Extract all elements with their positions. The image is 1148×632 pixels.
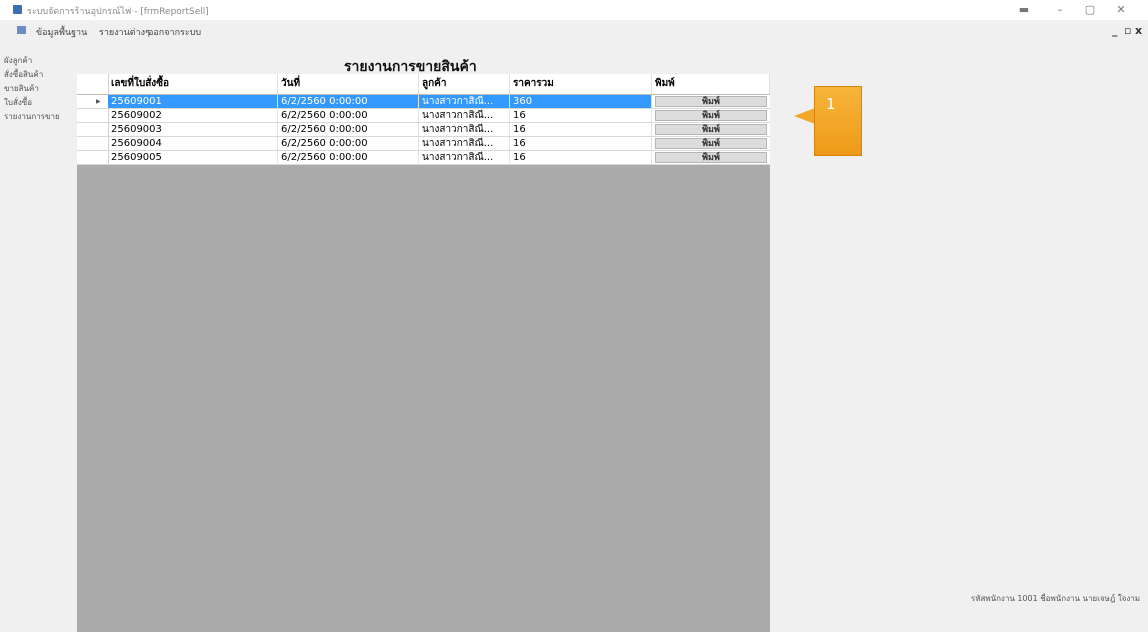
cell-order-id[interactable]: 25609004 bbox=[108, 137, 278, 150]
child-close-button[interactable]: x bbox=[1135, 24, 1142, 37]
sidebar-item-report[interactable]: รายงานการขาย bbox=[4, 110, 60, 124]
window-titlebar: ระบบจัดการร้านอุปกรณ์ไฟ - [frmReportSell… bbox=[0, 0, 1148, 20]
child-window-icon bbox=[17, 26, 26, 34]
sidebar-item-customers[interactable]: ผังลูกค้า bbox=[4, 54, 60, 68]
row-header[interactable] bbox=[77, 151, 109, 164]
cell-order-id[interactable]: 25609001 bbox=[108, 95, 278, 108]
cell-customer[interactable]: นางสาวกาสิณี... bbox=[419, 95, 510, 108]
close-button[interactable]: ✕ bbox=[1111, 2, 1131, 18]
sales-datagrid[interactable]: เลขที่ใบสั่งซื้อ วันที่ ลูกค้า ราคารวม พ… bbox=[77, 74, 770, 632]
table-row[interactable]: 25609004 6/2/2560 0:00:00 นางสาวกาสิณี... 1… bbox=[77, 137, 770, 151]
row-header[interactable] bbox=[77, 137, 109, 150]
row-header-corner bbox=[77, 74, 109, 94]
row-header[interactable]: ▶ bbox=[77, 95, 109, 108]
column-header-order-id[interactable]: เลขที่ใบสั่งซื้อ bbox=[108, 74, 278, 94]
cell-date[interactable]: 6/2/2560 0:00:00 bbox=[278, 137, 419, 150]
cell-customer[interactable]: นางสาวกาสิณี... bbox=[419, 151, 510, 164]
status-bar: รหัสพนักงาน 1001 ชื่อพนักงาน นายเจษฎ์ ใจ… bbox=[0, 588, 1148, 607]
menu-basic-data[interactable]: ข้อมูลพื้นฐาน bbox=[36, 25, 87, 39]
row-header[interactable] bbox=[77, 109, 109, 122]
print-button[interactable]: พิมพ์ bbox=[655, 96, 767, 107]
child-minimize-button[interactable]: _ bbox=[1112, 24, 1118, 37]
sidebar-item-order[interactable]: สั่งซื้อสินค้า bbox=[4, 68, 60, 82]
child-restore-button[interactable]: ▫ bbox=[1124, 24, 1131, 37]
cell-total[interactable]: 16 bbox=[510, 123, 652, 136]
current-row-arrow-icon: ▶ bbox=[96, 98, 101, 105]
minimize-button[interactable]: – bbox=[1050, 2, 1070, 18]
column-header-date[interactable]: วันที่ bbox=[278, 74, 419, 94]
column-header-customer[interactable]: ลูกค้า bbox=[419, 74, 510, 94]
print-button[interactable]: พิมพ์ bbox=[655, 124, 767, 135]
cell-order-id[interactable]: 25609003 bbox=[108, 123, 278, 136]
cell-total[interactable]: 16 bbox=[510, 151, 652, 164]
maximize-button[interactable]: ▢ bbox=[1080, 2, 1100, 18]
column-header-total[interactable]: ราคารวม bbox=[510, 74, 652, 94]
cell-total[interactable]: 16 bbox=[510, 109, 652, 122]
table-row[interactable]: 25609003 6/2/2560 0:00:00 นางสาวกาสิณี... 1… bbox=[77, 123, 770, 137]
cell-total[interactable]: 16 bbox=[510, 137, 652, 150]
pin-icon[interactable]: ▬ bbox=[1014, 2, 1034, 18]
table-row[interactable]: ▶ 25609001 6/2/2560 0:00:00 นางสาวกาสิณี...… bbox=[77, 95, 770, 109]
cell-order-id[interactable]: 25609005 bbox=[108, 151, 278, 164]
column-header-print[interactable]: พิมพ์ bbox=[652, 74, 770, 94]
print-button[interactable]: พิมพ์ bbox=[655, 152, 767, 163]
cell-customer[interactable]: นางสาวกาสิณี... bbox=[419, 123, 510, 136]
cell-customer[interactable]: นางสาวกาสิณี... bbox=[419, 109, 510, 122]
callout-label: 1 bbox=[814, 86, 862, 156]
callout-pointer bbox=[794, 108, 815, 124]
cell-date[interactable]: 6/2/2560 0:00:00 bbox=[278, 95, 419, 108]
cell-date[interactable]: 6/2/2560 0:00:00 bbox=[278, 151, 419, 164]
sidebar: ผังลูกค้า สั่งซื้อสินค้า ขายสินค้า ใบสั่… bbox=[4, 54, 60, 124]
menu-logout[interactable]: ออกจากระบบ bbox=[148, 25, 201, 39]
table-row[interactable]: 25609005 6/2/2560 0:00:00 นางสาวกาสิณี... 1… bbox=[77, 151, 770, 165]
grid-header: เลขที่ใบสั่งซื้อ วันที่ ลูกค้า ราคารวม พ… bbox=[77, 74, 770, 95]
sidebar-item-sell[interactable]: ขายสินค้า bbox=[4, 82, 60, 96]
cell-date[interactable]: 6/2/2560 0:00:00 bbox=[278, 109, 419, 122]
print-button[interactable]: พิมพ์ bbox=[655, 110, 767, 121]
cell-date[interactable]: 6/2/2560 0:00:00 bbox=[278, 123, 419, 136]
print-button[interactable]: พิมพ์ bbox=[655, 138, 767, 149]
report-panel: รายงานการขายสินค้า เลขที่ใบสั่งซื้อ วันท… bbox=[60, 42, 1148, 632]
menu-bar: ข้อมูลพื้นฐาน รายงานต่างๆ ออกจากระบบ _ ▫… bbox=[0, 22, 1148, 38]
row-header[interactable] bbox=[77, 123, 109, 136]
cell-order-id[interactable]: 25609002 bbox=[108, 109, 278, 122]
cell-total[interactable]: 360 bbox=[510, 95, 652, 108]
menu-reports[interactable]: รายงานต่างๆ bbox=[99, 25, 150, 39]
cell-customer[interactable]: นางสาวกาสิณี... bbox=[419, 137, 510, 150]
sidebar-item-invoice[interactable]: ใบสั่งซื้อ bbox=[4, 96, 60, 110]
status-user-info: รหัสพนักงาน 1001 ชื่อพนักงาน นายเจษฎ์ ใจ… bbox=[970, 594, 1140, 603]
table-row[interactable]: 25609002 6/2/2560 0:00:00 นางสาวกาสิณี... 1… bbox=[77, 109, 770, 123]
window-title: ระบบจัดการร้านอุปกรณ์ไฟ - [frmReportSell… bbox=[27, 7, 209, 17]
app-icon bbox=[13, 5, 22, 14]
